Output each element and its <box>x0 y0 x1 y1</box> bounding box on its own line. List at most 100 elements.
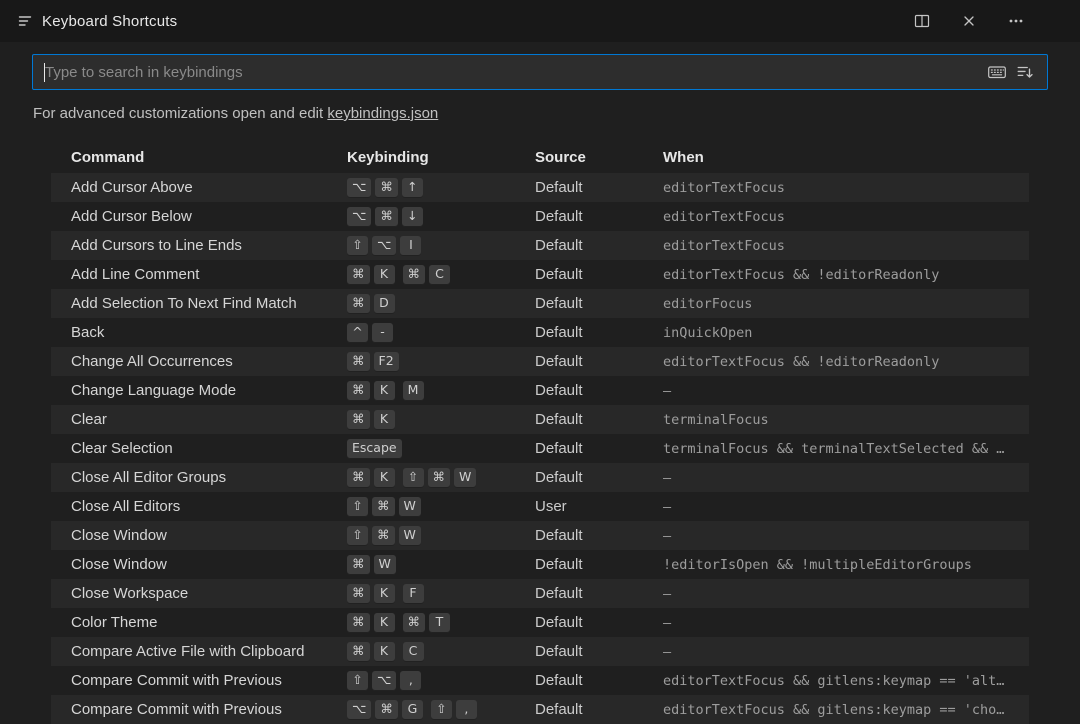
when-cell: — <box>663 470 1029 486</box>
keybinding-cell: ⌘K <box>347 410 535 430</box>
key-chord: ⇧, <box>431 700 477 720</box>
key-chord: ⌘D <box>347 294 395 314</box>
command-cell: Compare Active File with Clipboard <box>71 643 347 660</box>
table-row[interactable]: Clear ⌘K Default terminalFocus <box>51 405 1029 434</box>
when-cell: — <box>663 615 1029 631</box>
when-cell: editorTextFocus <box>663 209 1029 225</box>
key-chord: M <box>403 381 424 401</box>
keybinding-cell: ⌘KC <box>347 642 535 662</box>
table-row[interactable]: Add Cursor Below ⌥⌘↓ Default editorTextF… <box>51 202 1029 231</box>
source-cell: Default <box>535 324 663 341</box>
table-row[interactable]: Close All Editor Groups ⌘K⇧⌘W Default — <box>51 463 1029 492</box>
key-badge: ⌘ <box>375 178 398 198</box>
source-cell: Default <box>535 382 663 399</box>
key-badge: ^ <box>347 323 368 343</box>
more-actions-icon[interactable] <box>1002 7 1030 35</box>
table-row[interactable]: Back ^- Default inQuickOpen <box>51 318 1029 347</box>
key-badge: - <box>372 323 393 343</box>
key-badge: ⌘ <box>375 700 398 720</box>
keybinding-cell: ⌘K⇧⌘W <box>347 468 535 488</box>
key-badge: C <box>429 265 450 285</box>
table-row[interactable]: Add Line Comment ⌘K⌘C Default editorText… <box>51 260 1029 289</box>
titlebar: Keyboard Shortcuts <box>0 0 1080 42</box>
keybindings-json-link[interactable]: keybindings.json <box>327 105 438 122</box>
help-text-prefix: For advanced customizations open and edi… <box>33 105 327 122</box>
table-row[interactable]: Change Language Mode ⌘KM Default — <box>51 376 1029 405</box>
keybinding-cell: ⇧⌥I <box>347 236 535 256</box>
key-badge: W <box>399 526 421 546</box>
when-cell: !editorIsOpen && !multipleEditorGroups <box>663 557 1029 573</box>
key-badge: ⌘ <box>347 468 370 488</box>
key-chord: ⇧⌥I <box>347 236 421 256</box>
keybinding-cell: ⌥⌘↑ <box>347 178 535 198</box>
key-badge: G <box>402 700 423 720</box>
key-chord: C <box>403 642 424 662</box>
keybinding-cell: ⌘K ⌘C <box>347 265 535 285</box>
key-badge: K <box>374 584 395 604</box>
key-chord: ⌘K <box>347 642 395 662</box>
when-cell: editorTextFocus && !editorReadonly <box>663 354 1029 370</box>
table-row[interactable]: Close Window ⌘W Default !editorIsOpen &&… <box>51 550 1029 579</box>
source-cell: Default <box>535 585 663 602</box>
table-row[interactable]: Add Selection To Next Find Match ⌘D Defa… <box>51 289 1029 318</box>
key-badge: ⌘ <box>347 410 370 430</box>
key-badge: ⇧ <box>347 497 368 517</box>
command-cell: Close Window <box>71 556 347 573</box>
when-cell: terminalFocus && terminalTextSelected &&… <box>663 441 1029 457</box>
key-chord: F <box>403 584 424 604</box>
source-cell: Default <box>535 237 663 254</box>
key-badge: ⌘ <box>372 526 395 546</box>
close-icon[interactable] <box>955 7 983 35</box>
table-header: Command Keybinding Source When <box>51 141 1029 173</box>
keybinding-cell: ⌘KF <box>347 584 535 604</box>
source-cell: Default <box>535 469 663 486</box>
table-row[interactable]: Color Theme ⌘K⌘T Default — <box>51 608 1029 637</box>
table-row[interactable]: Clear Selection Escape Default terminalF… <box>51 434 1029 463</box>
search-input[interactable] <box>45 64 983 81</box>
table-row[interactable]: Compare Active File with Clipboard ⌘KC D… <box>51 637 1029 666</box>
sort-by-precedence-icon[interactable] <box>1011 59 1039 85</box>
table-row[interactable]: Close Window ⇧⌘W Default — <box>51 521 1029 550</box>
table-row[interactable]: Close Workspace ⌘KF Default — <box>51 579 1029 608</box>
table-row[interactable]: Compare Commit with Previous ⇧⌥, Default… <box>51 666 1029 695</box>
source-cell: User <box>535 498 663 515</box>
table-row[interactable]: Close All Editors ⇧⌘W User — <box>51 492 1029 521</box>
key-badge: W <box>399 497 421 517</box>
keyboard-shortcuts-editor: Keyboard Shortcuts <box>0 0 1080 724</box>
table-body: Add Cursor Above ⌥⌘↑ Default editorTextF… <box>51 173 1029 724</box>
key-badge: T <box>429 613 450 633</box>
key-chord: ⌘K <box>347 265 395 285</box>
table-row[interactable]: Change All Occurrences ⌘F2 Default edito… <box>51 347 1029 376</box>
key-badge: K <box>374 410 395 430</box>
key-badge: K <box>374 642 395 662</box>
command-cell: Clear Selection <box>71 440 347 457</box>
split-editor-icon[interactable] <box>908 7 936 35</box>
key-badge: ⌘ <box>347 294 370 314</box>
key-badge: ⌘ <box>347 352 370 372</box>
when-cell: — <box>663 499 1029 515</box>
key-badge: ⌘ <box>403 265 426 285</box>
command-cell: Back <box>71 324 347 341</box>
key-badge: , <box>400 671 421 691</box>
command-cell: Compare Commit with Previous <box>71 701 347 718</box>
key-badge: ⌘ <box>347 584 370 604</box>
key-chord: ⌘W <box>347 555 396 575</box>
when-cell: editorTextFocus && gitlens:keymap == 'ch… <box>663 702 1029 718</box>
command-cell: Add Line Comment <box>71 266 347 283</box>
command-cell: Add Cursor Below <box>71 208 347 225</box>
key-badge: K <box>374 381 395 401</box>
key-badge: ⌥ <box>347 207 371 227</box>
source-cell: Default <box>535 295 663 312</box>
source-cell: Default <box>535 353 663 370</box>
search-box[interactable] <box>32 54 1048 90</box>
key-badge: C <box>403 642 424 662</box>
keybinding-cell: ⇧⌥, <box>347 671 535 691</box>
keyboard-icon[interactable] <box>983 59 1011 85</box>
key-badge: ⌘ <box>347 642 370 662</box>
key-chord: ⇧⌥, <box>347 671 421 691</box>
table-row[interactable]: Compare Commit with Previous ⌥⌘G⇧, Defau… <box>51 695 1029 724</box>
table-row[interactable]: Add Cursors to Line Ends ⇧⌥I Default edi… <box>51 231 1029 260</box>
table-row[interactable]: Add Cursor Above ⌥⌘↑ Default editorTextF… <box>51 173 1029 202</box>
col-header-source: Source <box>535 149 663 166</box>
col-header-when: When <box>663 149 1029 166</box>
